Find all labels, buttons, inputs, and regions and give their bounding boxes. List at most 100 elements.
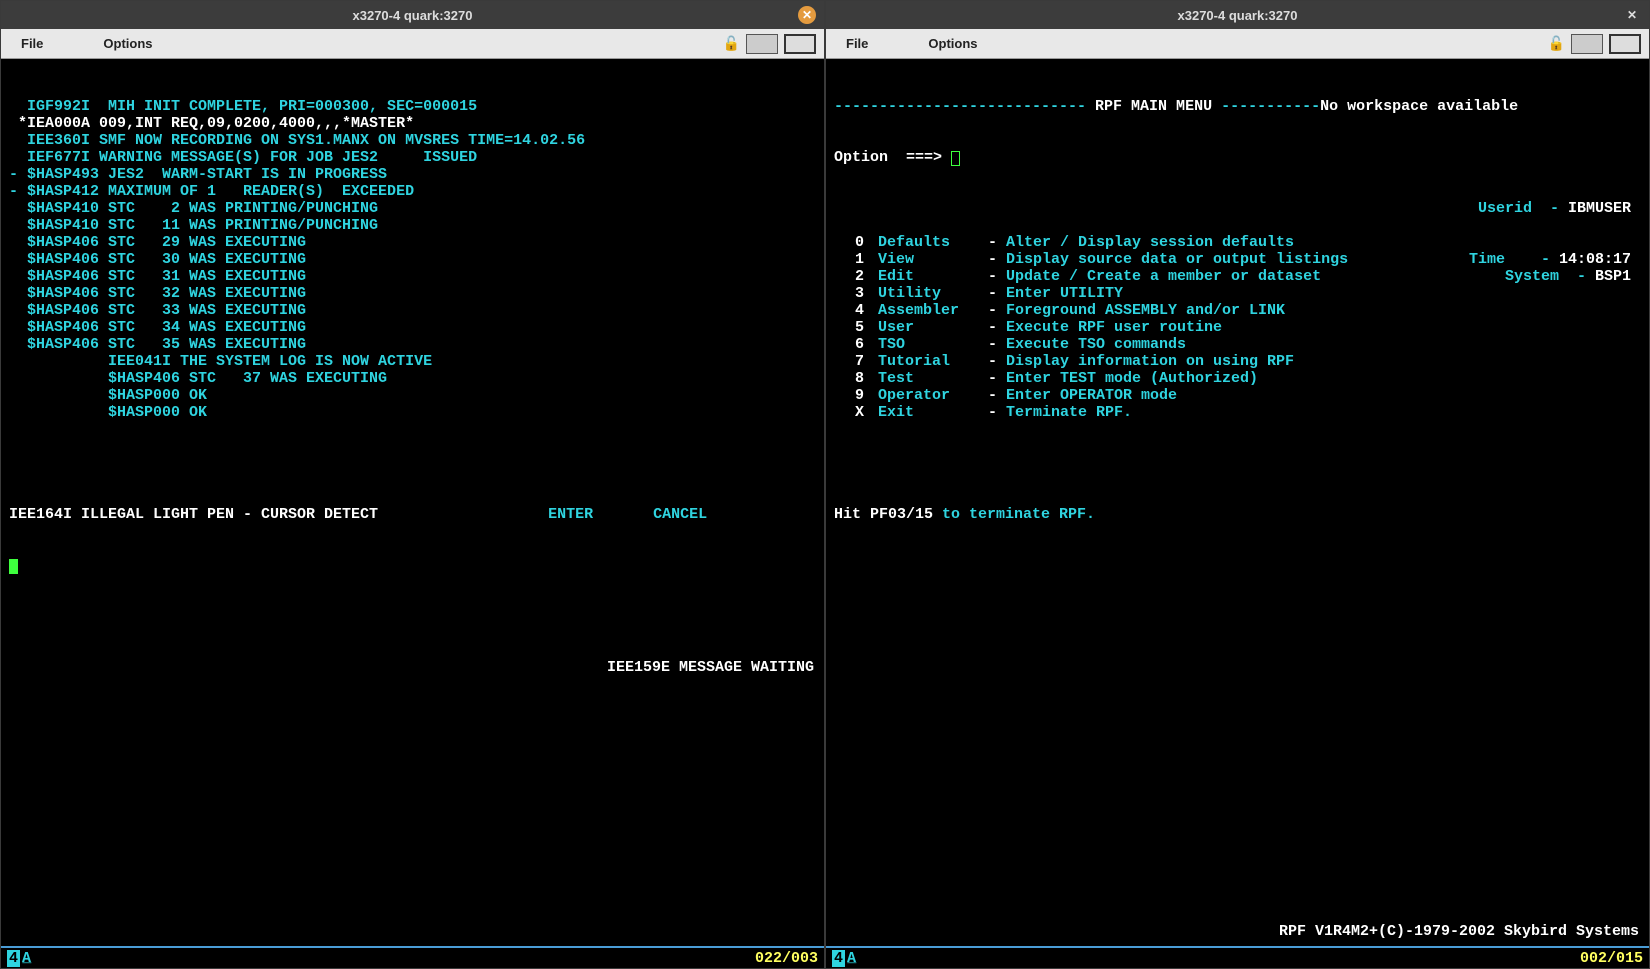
menu-option-8[interactable]: 8Test- Enter TEST mode (Authorized) [834,370,1641,387]
rpf-footer: RPF V1R4M2+(C)-1979-2002 Skybird Systems [1279,923,1639,940]
status-a-right: A̲ [847,950,856,967]
options-menu-right[interactable]: Options [918,32,987,55]
option-desc: Execute TSO commands [1006,336,1186,353]
option-name: TSO [878,336,988,353]
option-name: Utility [878,285,988,302]
left-titlebar: x3270-4 quark:3270 ✕ [1,1,824,29]
option-name: Operator [878,387,988,404]
option-number: 9 [834,387,864,404]
options-menu-left[interactable]: Options [93,32,162,55]
option-dash: - [988,387,1006,404]
console-line: $HASP410 STC 11 WAS PRINTING/PUNCHING [9,217,816,234]
left-terminal[interactable]: IGF992I MIH INIT COMPLETE, PRI=000300, S… [1,59,824,946]
menu-option-9[interactable]: 9 Operator- Enter OPERATOR mode [834,387,1641,404]
keyboard-icon-left-2[interactable] [784,34,816,54]
cursor-left [9,559,18,574]
header-dash-l: ---------------------------- [834,98,1086,115]
menu-option-4[interactable]: 4Assembler- Foreground ASSEMBLY and/or L… [834,302,1641,319]
menu-option-7[interactable]: 7Tutorial- Display information on using … [834,353,1641,370]
option-dash: - [988,404,1006,421]
console-line: - $HASP412 MAXIMUM OF 1 READER(S) EXCEED… [9,183,816,200]
right-statusbar: 4A̲ 002/015 [826,946,1649,968]
prompt-msg: IEE164I ILLEGAL LIGHT PEN - CURSOR DETEC… [9,506,378,523]
option-number: 2 [834,268,864,285]
option-dash: - [988,251,1006,268]
option-dash: - [988,319,1006,336]
close-button-left[interactable]: ✕ [798,6,816,24]
keyboard-icon-left-1[interactable] [746,34,778,54]
status-indicator-right: 4 [832,950,845,967]
info-label: System - [1505,268,1595,285]
console-line: $HASP406 STC 32 WAS EXECUTING [9,285,816,302]
option-desc: Enter OPERATOR mode [1006,387,1177,404]
console-line: $HASP406 STC 34 WAS EXECUTING [9,319,816,336]
option-name: Defaults [878,234,988,251]
userid-value: IBMUSER [1568,200,1631,217]
header-title: RPF MAIN MENU [1086,98,1221,115]
option-dash: - [988,285,1006,302]
option-desc: Enter UTILITY [1006,285,1123,302]
option-name: Exit [878,404,988,421]
msg-waiting: IEE159E MESSAGE WAITING [607,659,814,676]
option-dash: - [988,336,1006,353]
option-desc: Execute RPF user routine [1006,319,1222,336]
menu-option-0[interactable]: 0Defaults- Alter / Display session defau… [834,234,1641,251]
userid-label: Userid - [1478,200,1568,217]
cursor-pos-left: 022/003 [755,950,818,967]
console-line: $HASP406 STC 35 WAS EXECUTING [9,336,816,353]
right-window-title: x3270-4 quark:3270 [1178,8,1298,23]
option-number: 5 [834,319,864,336]
option-name: Test [878,370,988,387]
lock-icon-right[interactable] [1548,35,1565,52]
cursor-right[interactable] [951,151,960,166]
option-prompt-label: Option ===> [834,149,951,166]
option-desc: Foreground ASSEMBLY and/or LINK [1006,302,1285,319]
menu-option-5[interactable]: 5User- Execute RPF user routine [834,319,1641,336]
option-name: Assembler [878,302,988,319]
option-desc: Terminate RPF. [1006,404,1132,421]
console-line: $HASP000 OK [9,404,816,421]
file-menu-right[interactable]: File [836,32,878,55]
menu-option-3[interactable]: 3Utility- Enter UTILITY [834,285,1641,302]
option-dash: - [988,234,1006,251]
close-button-right[interactable]: ✕ [1623,6,1641,24]
status-a-left: A̲ [22,950,31,967]
option-desc: Display information on using RPF [1006,353,1294,370]
console-line: IEE041I THE SYSTEM LOG IS NOW ACTIVE [9,353,816,370]
option-name: Edit [878,268,988,285]
menu-option-1[interactable]: 1View- Display source data or output lis… [834,251,1641,268]
lock-icon-left[interactable] [723,35,740,52]
cursor-pos-right: 002/015 [1580,950,1643,967]
console-line: - $HASP493 JES2 WARM-START IS IN PROGRES… [9,166,816,183]
menu-option-X[interactable]: XExit- Terminate RPF. [834,404,1641,421]
right-terminal-window: x3270-4 quark:3270 ✕ File Options ------… [825,0,1650,969]
hit-post: to terminate RPF. [933,506,1095,523]
keyboard-icon-right-1[interactable] [1571,34,1603,54]
menu-option-2[interactable]: 2Edit- Update / Create a member or datas… [834,268,1641,285]
keyboard-icon-right-2[interactable] [1609,34,1641,54]
menu-option-6[interactable]: 6TSO- Execute TSO commands [834,336,1641,353]
header-dash-r: ----------- [1221,98,1320,115]
left-statusbar: 4A̲ 022/003 [1,946,824,968]
console-line: $HASP406 STC 31 WAS EXECUTING [9,268,816,285]
hit-key: PF03/15 [870,506,933,523]
enter-button[interactable]: ENTER [548,506,593,523]
hit-pre: Hit [834,506,870,523]
option-dash: - [988,302,1006,319]
option-dash: - [988,268,1006,285]
option-number: 7 [834,353,864,370]
info-value: BSP1 [1595,268,1631,285]
option-name: Tutorial [878,353,988,370]
option-name: View [878,251,988,268]
right-terminal[interactable]: ---------------------------- RPF MAIN ME… [826,59,1649,946]
header-tail: No workspace available [1320,98,1518,115]
console-line: $HASP406 STC 37 WAS EXECUTING [9,370,816,387]
option-number: 8 [834,370,864,387]
left-window-title: x3270-4 quark:3270 [353,8,473,23]
console-line: $HASP406 STC 33 WAS EXECUTING [9,302,816,319]
option-desc: Alter / Display session defaults [1006,234,1294,251]
file-menu-left[interactable]: File [11,32,53,55]
cancel-button[interactable]: CANCEL [653,506,707,523]
left-terminal-window: x3270-4 quark:3270 ✕ File Options IGF992… [0,0,825,969]
info-value: 14:08:17 [1559,251,1631,268]
